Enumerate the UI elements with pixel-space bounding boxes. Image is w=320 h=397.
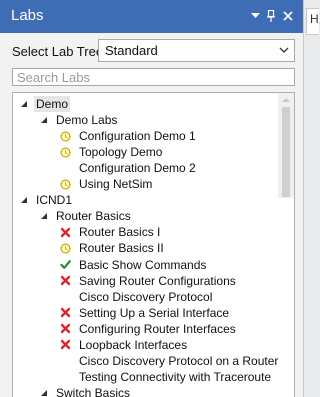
failed-x-icon bbox=[60, 323, 71, 334]
tree-item-label: Configuration Demo 2 bbox=[79, 161, 196, 176]
lab-tree-select[interactable]: Standard bbox=[98, 39, 295, 62]
tree-item-label: Testing Connectivity with Traceroute bbox=[79, 369, 272, 384]
right-tab-label: H bbox=[310, 12, 319, 26]
expand-triangle-icon[interactable] bbox=[20, 100, 28, 108]
expand-triangle-icon[interactable] bbox=[40, 212, 48, 220]
tree-item-label: ICND1 bbox=[36, 193, 73, 208]
tree-item-label: Cisco Discovery Protocol on a Router bbox=[79, 353, 279, 368]
scrollbar-thumb[interactable] bbox=[282, 107, 290, 197]
close-icon[interactable] bbox=[280, 8, 296, 24]
failed-x-icon bbox=[60, 307, 71, 318]
failed-x-icon bbox=[60, 227, 71, 238]
tree-item[interactable]: Demo bbox=[20, 96, 71, 112]
tree-item[interactable]: Testing Connectivity with Traceroute bbox=[60, 369, 273, 385]
in-progress-clock-icon bbox=[60, 179, 71, 190]
tree-item[interactable]: Configuring Router Interfaces bbox=[60, 321, 238, 337]
tree-item-label: Router Basics II bbox=[79, 241, 164, 256]
tree-item-label: Configuration Demo 1 bbox=[79, 129, 196, 144]
chevron-down-icon bbox=[278, 44, 290, 56]
tree-item-label: Basic Show Commands bbox=[79, 257, 207, 272]
tree-item[interactable]: Saving Router Configurations bbox=[60, 273, 238, 289]
lab-tree-select-value: Standard bbox=[105, 43, 158, 58]
labs-pane: Labs H Select Lab Tree: Standard DemoDem… bbox=[0, 0, 319, 397]
tree-item-label: Saving Router Configurations bbox=[79, 273, 236, 288]
tree-item[interactable]: Configuration Demo 1 bbox=[60, 128, 198, 144]
failed-x-icon bbox=[60, 339, 71, 350]
tree-item-label: Loopback Interfaces bbox=[79, 337, 188, 352]
tree-item-label: Demo Labs bbox=[56, 113, 118, 128]
tree-item-label: Using NetSim bbox=[79, 177, 153, 192]
tree-item-label: Router Basics I bbox=[79, 225, 161, 240]
pane-menu-icon[interactable] bbox=[247, 8, 263, 24]
tree-item[interactable]: Using NetSim bbox=[60, 176, 154, 192]
tree-item[interactable]: Cisco Discovery Protocol bbox=[60, 289, 214, 305]
tree-item-label: Setting Up a Serial Interface bbox=[79, 305, 230, 320]
labs-panel-body: Select Lab Tree: Standard DemoDemo LabsC… bbox=[0, 33, 303, 397]
pane-title: Labs bbox=[11, 7, 44, 24]
tree-item-label: Switch Basics bbox=[56, 385, 131, 397]
expand-triangle-icon[interactable] bbox=[40, 389, 48, 397]
tree-item[interactable]: Configuration Demo 2 bbox=[60, 160, 198, 176]
tree-item[interactable]: Router Basics bbox=[40, 208, 133, 224]
pane-title-bar[interactable]: Labs bbox=[0, 0, 303, 33]
expand-triangle-icon[interactable] bbox=[40, 116, 48, 124]
tree-item[interactable]: Basic Show Commands bbox=[60, 257, 208, 273]
scroll-up-icon[interactable] bbox=[282, 96, 290, 104]
tree-item-label: Configuring Router Interfaces bbox=[79, 321, 236, 336]
tree-item[interactable]: Router Basics I bbox=[60, 224, 162, 240]
tree-item[interactable]: Router Basics II bbox=[60, 240, 166, 256]
tree-item[interactable]: Topology Demo bbox=[60, 144, 164, 160]
in-progress-clock-icon bbox=[60, 243, 71, 254]
in-progress-clock-icon bbox=[60, 147, 71, 158]
right-document-tab[interactable]: H bbox=[306, 8, 319, 35]
pin-icon[interactable] bbox=[263, 8, 279, 24]
tree-item[interactable]: Cisco Discovery Protocol on a Router bbox=[60, 353, 280, 369]
tree-item[interactable]: Switch Basics bbox=[40, 385, 132, 397]
search-labs-input[interactable] bbox=[12, 68, 295, 86]
tree-vertical-scrollbar[interactable] bbox=[278, 93, 294, 198]
tree-item[interactable]: Loopback Interfaces bbox=[60, 337, 189, 353]
tree-item-label: Topology Demo bbox=[79, 145, 163, 160]
tree-item[interactable]: ICND1 bbox=[20, 192, 74, 208]
lab-tree-label: Select Lab Tree: bbox=[12, 44, 107, 59]
in-progress-clock-icon bbox=[60, 131, 71, 142]
tree-item-label: Router Basics bbox=[56, 209, 131, 224]
right-dock-strip bbox=[303, 0, 319, 397]
expand-triangle-icon[interactable] bbox=[20, 196, 28, 204]
tree-item[interactable]: Setting Up a Serial Interface bbox=[60, 305, 231, 321]
tree-item[interactable]: Demo Labs bbox=[40, 112, 119, 128]
tree-item-label: Cisco Discovery Protocol bbox=[79, 289, 213, 304]
failed-x-icon bbox=[60, 275, 71, 286]
tree-item-label: Demo bbox=[34, 96, 71, 112]
passed-check-icon bbox=[60, 259, 71, 270]
lab-tree: Demo Demo Labs Configuration Demo 1 Topolog… bbox=[12, 92, 295, 397]
